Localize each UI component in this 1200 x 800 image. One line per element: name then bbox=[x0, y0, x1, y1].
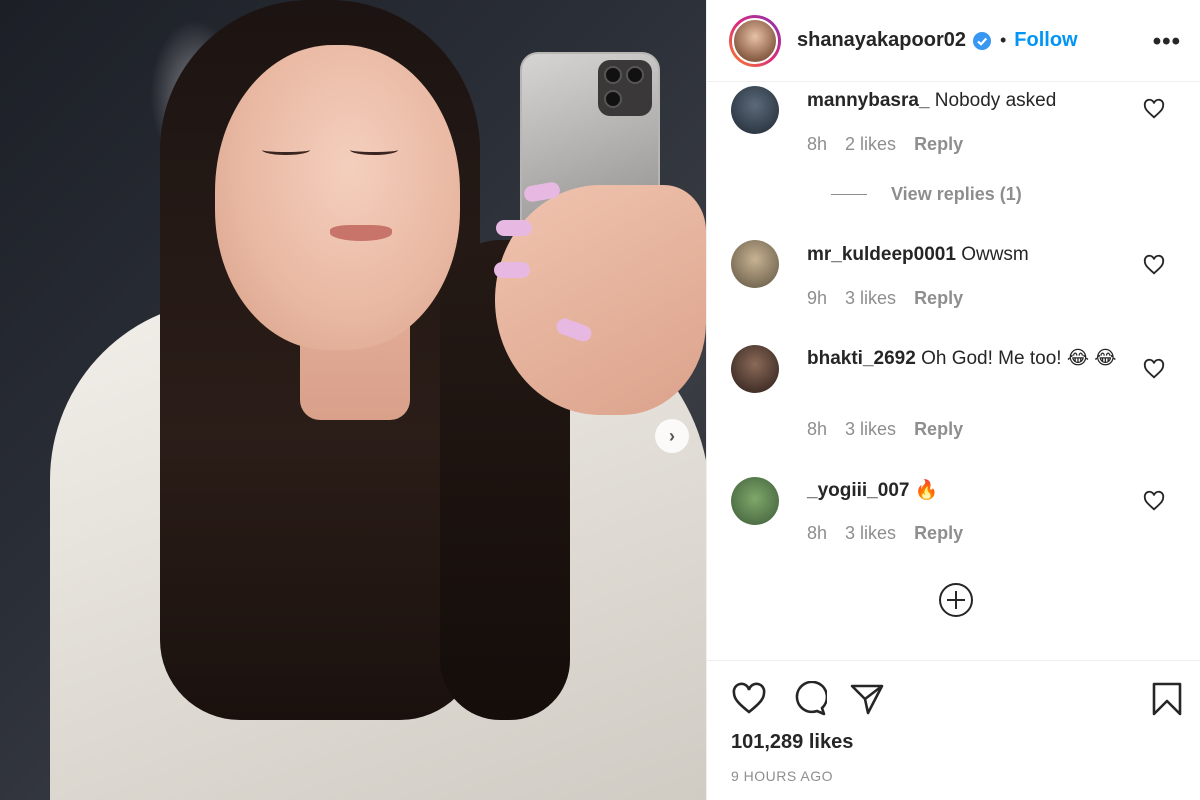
reply-button[interactable]: Reply bbox=[914, 134, 963, 155]
comments-list[interactable]: mannybasra_ Nobody asked 8h 2 likes Repl… bbox=[707, 82, 1200, 660]
comment-time: 9h bbox=[807, 288, 828, 308]
share-icon[interactable] bbox=[849, 681, 885, 717]
heart-icon[interactable] bbox=[1143, 98, 1165, 120]
follow-button[interactable]: Follow bbox=[1014, 29, 1077, 52]
comment-meta: 8h 3 likes Reply bbox=[807, 523, 963, 544]
comment-meta: 8h 2 likes Reply bbox=[807, 134, 963, 155]
reply-button[interactable]: Reply bbox=[914, 523, 963, 544]
reply-button[interactable]: Reply bbox=[914, 419, 963, 440]
view-replies-label: View replies (1) bbox=[891, 184, 1022, 204]
avatar[interactable] bbox=[731, 240, 779, 288]
comment-time: 8h bbox=[807, 419, 828, 439]
view-replies-button[interactable]: View replies (1) bbox=[831, 184, 1022, 205]
bookmark-icon[interactable] bbox=[1149, 681, 1185, 717]
comment-likes[interactable]: 3 likes bbox=[845, 288, 896, 309]
heart-icon[interactable] bbox=[1143, 490, 1165, 512]
avatar[interactable] bbox=[731, 477, 779, 525]
comment-likes[interactable]: 3 likes bbox=[845, 523, 896, 544]
post-sidebar: shanayakapoor02 • Follow ••• mannybasra_… bbox=[706, 0, 1200, 800]
comment-username[interactable]: _yogiii_007 bbox=[807, 480, 909, 501]
heart-icon[interactable] bbox=[1143, 254, 1165, 276]
avatar[interactable] bbox=[731, 86, 779, 134]
comment-meta: 9h 3 likes Reply bbox=[807, 288, 963, 309]
comment-text: Nobody asked bbox=[934, 90, 1057, 111]
plus-circle-icon[interactable] bbox=[938, 582, 974, 618]
comment-likes[interactable]: 3 likes bbox=[845, 419, 896, 440]
post-actions: 101,289 likes 9 HOURS AGO bbox=[707, 660, 1200, 800]
comment-text: Owwsm bbox=[961, 244, 1029, 265]
separator-dot: • bbox=[999, 30, 1007, 50]
comment-likes[interactable]: 2 likes bbox=[845, 134, 896, 155]
post-photo[interactable]: › bbox=[0, 0, 706, 800]
heart-icon[interactable] bbox=[1143, 358, 1165, 380]
avatar[interactable] bbox=[731, 345, 779, 393]
comment-meta: 8h 3 likes Reply bbox=[807, 419, 963, 440]
comment-icon[interactable] bbox=[791, 681, 827, 717]
avatar[interactable] bbox=[729, 14, 781, 67]
post-username[interactable]: shanayakapoor02 bbox=[797, 29, 966, 52]
more-options-icon[interactable]: ••• bbox=[1153, 28, 1181, 56]
likes-count[interactable]: 101,289 likes bbox=[731, 731, 853, 754]
comment-username[interactable]: bhakti_2692 bbox=[807, 348, 916, 369]
comment-time: 8h bbox=[807, 134, 828, 154]
heart-icon[interactable] bbox=[731, 681, 767, 717]
comment-text: 🔥 bbox=[914, 480, 939, 501]
verified-icon bbox=[972, 31, 991, 50]
post-timestamp: 9 HOURS AGO bbox=[731, 768, 833, 784]
comment-text: Oh God! Me too! 😂 😂 bbox=[921, 348, 1117, 369]
comment-username[interactable]: mr_kuldeep0001 bbox=[807, 244, 956, 265]
comment-time: 8h bbox=[807, 523, 828, 543]
next-photo-button[interactable]: › bbox=[655, 419, 689, 453]
chevron-right-icon: › bbox=[669, 425, 675, 446]
reply-button[interactable]: Reply bbox=[914, 288, 963, 309]
instagram-post: › shanayakapoor02 • Follow ••• mannybasr… bbox=[0, 0, 1200, 800]
post-header: shanayakapoor02 • Follow ••• bbox=[707, 0, 1200, 82]
comment-username[interactable]: mannybasra_ bbox=[807, 90, 930, 111]
